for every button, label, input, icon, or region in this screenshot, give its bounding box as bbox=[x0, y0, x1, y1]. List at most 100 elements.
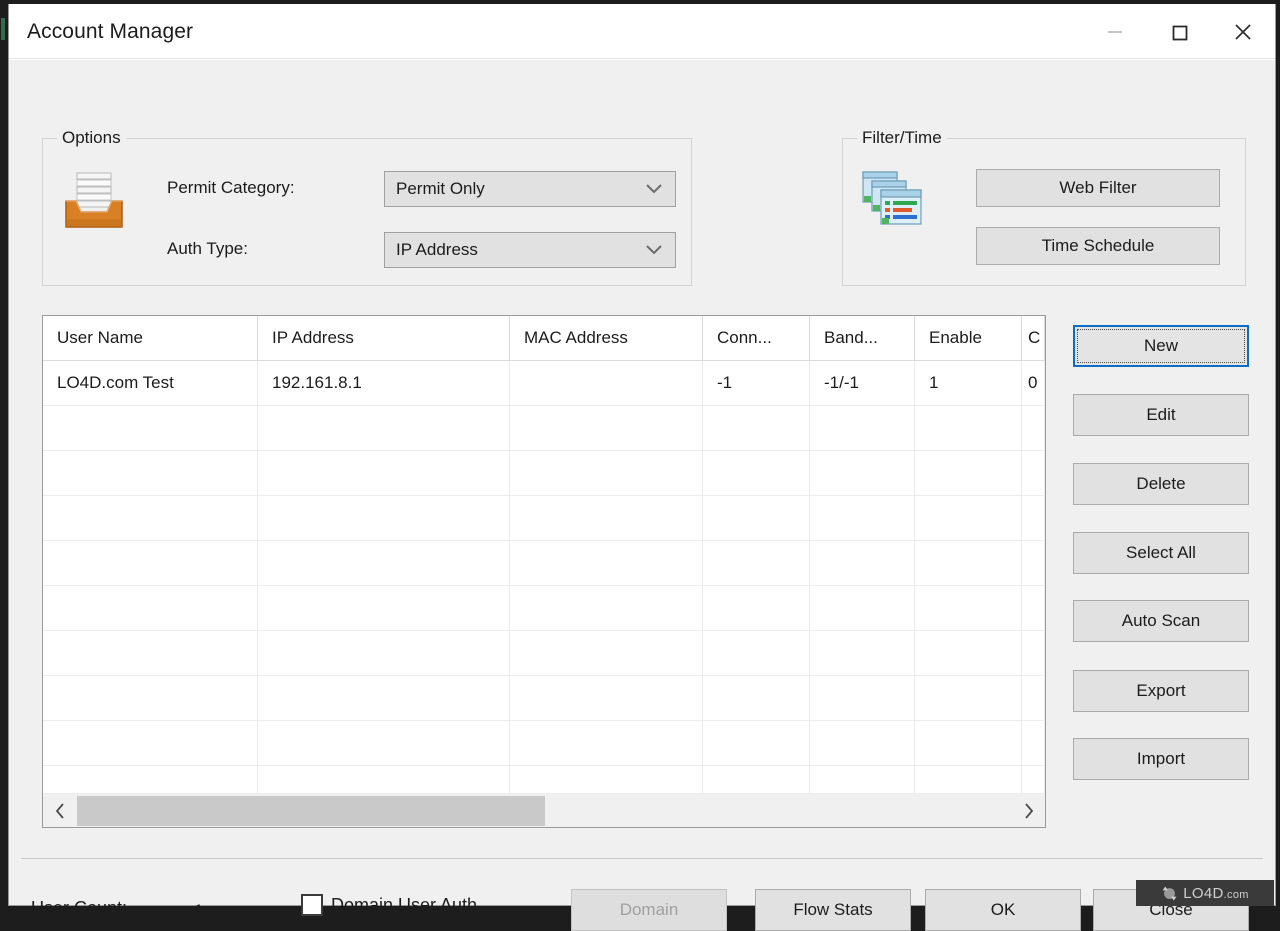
table-row[interactable]: LO4D.com Test 192.161.8.1 -1 -1/-1 1 0 bbox=[43, 361, 1045, 406]
cell-empty bbox=[915, 406, 1022, 450]
cell-empty bbox=[915, 631, 1022, 675]
cell-empty bbox=[1022, 676, 1045, 720]
table-horizontal-scrollbar[interactable] bbox=[43, 793, 1045, 827]
cell-empty bbox=[258, 496, 510, 540]
desktop-left-edge bbox=[0, 0, 8, 910]
table-empty-row[interactable] bbox=[43, 631, 1045, 676]
table-empty-row[interactable] bbox=[43, 541, 1045, 586]
cell-empty bbox=[810, 631, 915, 675]
maximize-button[interactable] bbox=[1147, 4, 1211, 59]
edit-button[interactable]: Edit bbox=[1073, 394, 1249, 436]
column-header-user-name[interactable]: User Name bbox=[43, 316, 258, 360]
delete-button[interactable]: Delete bbox=[1073, 463, 1249, 505]
cell-ip-address: 192.161.8.1 bbox=[258, 361, 510, 405]
options-group: Options Permit Category: Permit Only bbox=[42, 138, 692, 286]
cell-empty bbox=[703, 541, 810, 585]
cell-empty bbox=[510, 676, 703, 720]
cell-empty bbox=[510, 631, 703, 675]
domain-user-auth-checkbox[interactable] bbox=[301, 894, 323, 916]
table-empty-row[interactable] bbox=[43, 496, 1045, 541]
table-empty-row[interactable] bbox=[43, 586, 1045, 631]
cell-empty bbox=[510, 406, 703, 450]
table-empty-row[interactable] bbox=[43, 766, 1045, 793]
cell-empty bbox=[43, 406, 258, 450]
lo4d-watermark-badge: LO4D.com bbox=[1136, 880, 1274, 906]
new-button[interactable]: New bbox=[1073, 325, 1249, 367]
table-empty-row[interactable] bbox=[43, 451, 1045, 496]
column-header-mac-address[interactable]: MAC Address bbox=[510, 316, 703, 360]
desktop-edge-accent bbox=[1, 18, 5, 40]
cell-empty bbox=[258, 631, 510, 675]
minimize-icon bbox=[1104, 21, 1126, 43]
close-button[interactable] bbox=[1211, 4, 1275, 59]
cell-empty bbox=[43, 766, 258, 793]
inbox-tray-icon bbox=[60, 167, 128, 235]
chevron-right-icon bbox=[1022, 802, 1035, 820]
table-empty-row[interactable] bbox=[43, 406, 1045, 451]
options-group-legend: Options bbox=[57, 128, 126, 148]
footer-bar: User Count: 1 Domain User Auth Domain Fl… bbox=[9, 859, 1275, 905]
filter-time-group: Filter/Time bbox=[842, 138, 1246, 286]
chevron-down-icon bbox=[646, 245, 662, 255]
cell-empty bbox=[810, 676, 915, 720]
cell-empty bbox=[810, 541, 915, 585]
cell-empty bbox=[258, 541, 510, 585]
user-count-value: 1 bbox=[194, 901, 203, 921]
cell-empty bbox=[915, 766, 1022, 793]
cell-empty bbox=[1022, 766, 1045, 793]
cell-empty bbox=[915, 541, 1022, 585]
permit-category-select[interactable]: Permit Only bbox=[384, 171, 676, 207]
cell-empty bbox=[510, 586, 703, 630]
cell-conn: -1 bbox=[703, 361, 810, 405]
cell-empty bbox=[703, 586, 810, 630]
time-schedule-button[interactable]: Time Schedule bbox=[976, 227, 1220, 265]
flow-stats-button[interactable]: Flow Stats bbox=[755, 889, 911, 931]
auto-scan-button[interactable]: Auto Scan bbox=[1073, 600, 1249, 642]
accounts-table: User Name IP Address MAC Address Conn...… bbox=[42, 315, 1046, 828]
cell-empty bbox=[810, 496, 915, 540]
scroll-left-button[interactable] bbox=[43, 794, 77, 827]
cell-empty bbox=[915, 451, 1022, 495]
scrollbar-track[interactable] bbox=[77, 794, 1011, 827]
window-controls bbox=[1083, 4, 1275, 59]
minimize-button[interactable] bbox=[1083, 4, 1147, 59]
scroll-right-button[interactable] bbox=[1011, 794, 1045, 827]
cell-empty bbox=[703, 451, 810, 495]
chevron-down-icon bbox=[646, 184, 662, 194]
cell-empty bbox=[258, 676, 510, 720]
cell-empty bbox=[810, 721, 915, 765]
column-header-clipped[interactable]: C bbox=[1022, 316, 1045, 360]
close-icon bbox=[1231, 20, 1255, 44]
window-title: Account Manager bbox=[27, 20, 193, 44]
table-header-row: User Name IP Address MAC Address Conn...… bbox=[43, 316, 1045, 361]
export-button[interactable]: Export bbox=[1073, 670, 1249, 712]
web-filter-button[interactable]: Web Filter bbox=[976, 169, 1220, 207]
select-all-button[interactable]: Select All bbox=[1073, 532, 1249, 574]
domain-user-auth-checkbox-row[interactable]: Domain User Auth bbox=[301, 894, 477, 916]
filter-time-group-legend: Filter/Time bbox=[857, 128, 947, 148]
cell-empty bbox=[510, 541, 703, 585]
auth-type-select[interactable]: IP Address bbox=[384, 232, 676, 268]
column-header-ip-address[interactable]: IP Address bbox=[258, 316, 510, 360]
cell-empty bbox=[1022, 496, 1045, 540]
table-empty-row[interactable] bbox=[43, 721, 1045, 766]
column-header-band[interactable]: Band... bbox=[810, 316, 915, 360]
column-header-enable[interactable]: Enable bbox=[915, 316, 1022, 360]
cell-empty bbox=[1022, 406, 1045, 450]
cell-empty bbox=[510, 496, 703, 540]
cell-empty bbox=[703, 676, 810, 720]
ok-button[interactable]: OK bbox=[925, 889, 1081, 931]
cell-empty bbox=[810, 406, 915, 450]
cell-empty bbox=[1022, 541, 1045, 585]
table-empty-row[interactable] bbox=[43, 676, 1045, 721]
import-button[interactable]: Import bbox=[1073, 738, 1249, 780]
scrollbar-thumb[interactable] bbox=[77, 796, 545, 826]
cell-empty bbox=[703, 721, 810, 765]
cell-empty bbox=[258, 586, 510, 630]
cell-empty bbox=[43, 676, 258, 720]
column-header-conn[interactable]: Conn... bbox=[703, 316, 810, 360]
domain-button[interactable]: Domain bbox=[571, 889, 727, 931]
cell-empty bbox=[810, 766, 915, 793]
account-manager-window: Account Manager O bbox=[8, 4, 1276, 906]
chevron-left-icon bbox=[54, 802, 67, 820]
